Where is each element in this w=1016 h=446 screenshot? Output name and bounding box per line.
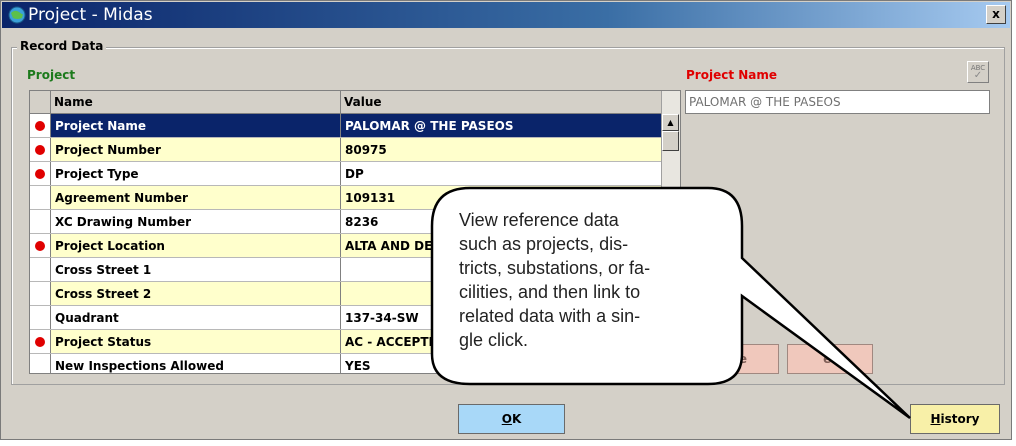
history-button[interactable]: History <box>910 404 1000 434</box>
ok-button[interactable]: OK <box>458 404 565 434</box>
title-bar[interactable]: Project - Midas x <box>2 2 1010 28</box>
grid-header: Name Value <box>30 91 661 114</box>
row-indicator <box>30 258 51 281</box>
row-name-cell[interactable]: Project Number <box>51 138 341 161</box>
table-row[interactable]: New Inspections Allowed YES <box>30 354 661 373</box>
table-row[interactable]: Project Type DP <box>30 162 661 186</box>
callout-line: gle click. <box>459 330 529 350</box>
row-indicator <box>30 282 51 305</box>
row-name-cell[interactable]: XC Drawing Number <box>51 210 341 233</box>
close-icon: x <box>992 7 1000 21</box>
grid-header-value[interactable]: Value <box>341 91 661 113</box>
row-value-cell[interactable]: YES <box>341 354 661 373</box>
callout-line: cilities, and then link to <box>459 282 641 302</box>
history-accel: H <box>930 412 941 426</box>
row-name-cell[interactable]: Project Location <box>51 234 341 257</box>
row-value-cell[interactable]: 109131 <box>341 186 661 209</box>
row-name-cell[interactable]: Project Status <box>51 330 341 353</box>
table-row[interactable]: Agreement Number 109131 <box>30 186 661 210</box>
row-name-cell[interactable]: Quadrant <box>51 306 341 329</box>
window-title: Project - Midas <box>28 5 153 25</box>
history-label-rest: istory <box>940 412 980 426</box>
partial-button-right[interactable]: et <box>787 344 873 374</box>
required-dot-icon <box>35 120 45 131</box>
callout-line: tricts, substations, or fa- <box>459 258 651 278</box>
row-name-cell[interactable]: Cross Street 1 <box>51 258 341 281</box>
scroll-up-arrow-icon[interactable]: ▲ <box>662 114 679 131</box>
scroll-thumb[interactable] <box>662 131 679 151</box>
app-globe-icon <box>8 6 26 24</box>
row-value-cell[interactable]: DP <box>341 162 661 185</box>
required-dot-icon <box>35 336 45 347</box>
row-indicator <box>30 186 51 209</box>
partial-button-left[interactable]: e <box>707 344 779 374</box>
partial-button-right-label: et <box>823 352 837 366</box>
grid-header-name[interactable]: Name <box>51 91 341 113</box>
project-section-label: Project <box>27 68 76 82</box>
row-indicator <box>30 114 51 137</box>
row-name-cell[interactable]: New Inspections Allowed <box>51 354 341 373</box>
close-button[interactable]: x <box>986 5 1006 24</box>
table-row[interactable]: Project Name PALOMAR @ THE PASEOS <box>30 114 661 138</box>
grid-header-indicator <box>30 91 51 113</box>
row-name-cell[interactable]: Cross Street 2 <box>51 282 341 305</box>
row-name-cell[interactable]: Project Name <box>51 114 341 137</box>
table-row[interactable]: Project Number 80975 <box>30 138 661 162</box>
required-dot-icon <box>35 240 45 251</box>
callout-line: related data with a sin- <box>459 306 641 326</box>
row-indicator <box>30 330 51 353</box>
callout-line: such as projects, dis- <box>459 234 629 254</box>
callout-line: View reference data <box>459 210 619 230</box>
row-indicator <box>30 210 51 233</box>
ok-accel: O <box>501 412 512 426</box>
required-dot-icon <box>35 144 45 155</box>
callout-text: View reference data such as projects, di… <box>459 208 699 352</box>
row-value-cell[interactable]: PALOMAR @ THE PASEOS <box>341 114 661 137</box>
required-dot-icon <box>35 168 45 179</box>
row-name-cell[interactable]: Project Type <box>51 162 341 185</box>
row-name-cell[interactable]: Agreement Number <box>51 186 341 209</box>
row-indicator <box>30 354 51 373</box>
row-value-cell[interactable]: 80975 <box>341 138 661 161</box>
row-indicator <box>30 162 51 185</box>
ok-label-rest: K <box>511 412 522 426</box>
spellcheck-button[interactable]: ABC ✓ <box>967 61 989 83</box>
record-data-legend: Record Data <box>17 39 107 53</box>
project-name-field[interactable]: PALOMAR @ THE PASEOS <box>685 90 990 114</box>
partial-button-left-label: e <box>738 352 748 366</box>
row-indicator <box>30 138 51 161</box>
project-name-section-label: Project Name <box>686 68 778 82</box>
row-indicator <box>30 306 51 329</box>
row-indicator <box>30 234 51 257</box>
